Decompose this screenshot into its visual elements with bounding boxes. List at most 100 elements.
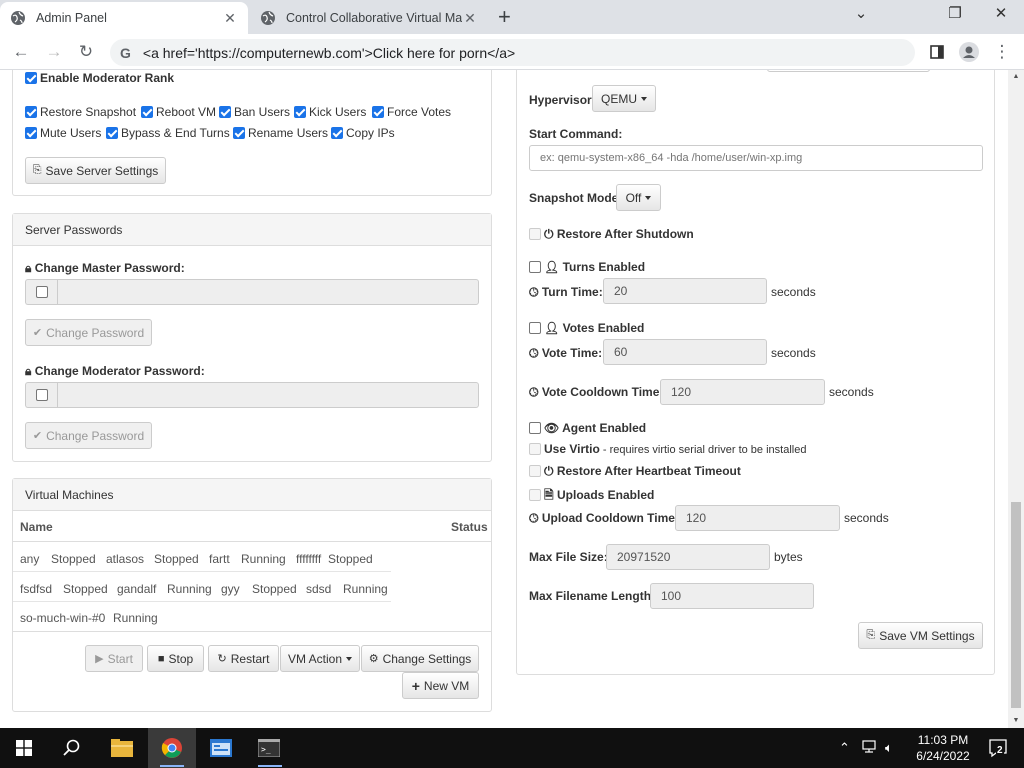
search-icon[interactable] xyxy=(48,728,96,768)
forward-icon[interactable]: → xyxy=(42,40,66,64)
change-master-password-button[interactable]: ✔ Change Password xyxy=(25,319,152,346)
chevron-up-icon[interactable]: ⌃ xyxy=(839,740,850,756)
save-vm-settings-button[interactable]: ⎘ Save VM Settings xyxy=(858,622,983,649)
address-bar[interactable]: G <a href='https://computernewb.com'>Cli… xyxy=(110,39,915,66)
start-command-input[interactable] xyxy=(529,145,983,171)
vm-name[interactable]: fsdfsd xyxy=(20,582,52,596)
profile-icon[interactable] xyxy=(957,40,981,64)
checkbox[interactable] xyxy=(331,127,343,139)
use-virtio[interactable]: Use Virtio - requires virtio serial driv… xyxy=(529,442,806,456)
new-vm-button[interactable]: + New VM xyxy=(402,672,479,699)
perm-restore-snapshot[interactable]: Restore Snapshot xyxy=(25,105,136,119)
side-panel-icon[interactable] xyxy=(925,40,949,64)
close-tab-icon[interactable]: ✕ xyxy=(462,10,478,27)
scroll-down-icon[interactable]: ▼ xyxy=(1011,716,1021,726)
close-window-icon[interactable]: ✕ xyxy=(978,4,1024,22)
scroll-up-icon[interactable]: ▲ xyxy=(1011,72,1021,82)
moderator-password-input[interactable] xyxy=(57,382,479,408)
vm-name[interactable]: atlasos xyxy=(106,552,144,566)
restore-after-shutdown[interactable]: ⏻ Restore After Shutdown xyxy=(529,227,694,242)
tab-admin-panel[interactable]: Admin Panel ✕ xyxy=(0,2,248,34)
reload-icon[interactable]: ↻ xyxy=(74,40,98,64)
top-input-partial[interactable] xyxy=(767,70,930,72)
app-window-icon[interactable] xyxy=(197,728,245,768)
vm-name[interactable]: sdsd xyxy=(306,582,331,596)
checkbox[interactable] xyxy=(25,72,37,84)
back-icon[interactable]: ← xyxy=(9,40,33,64)
system-clock[interactable]: 11:03 PM 6/24/2022 xyxy=(903,732,983,764)
vm-name[interactable]: fartt xyxy=(209,552,230,566)
checkbox[interactable] xyxy=(529,261,541,273)
perm-reboot-vm[interactable]: Reboot VM xyxy=(141,105,216,119)
perm-copy-ips[interactable]: Copy IPs xyxy=(331,126,395,140)
votes-enabled[interactable]: 👤︎ Votes Enabled xyxy=(529,321,644,335)
moderator-password-toggle[interactable] xyxy=(25,382,57,408)
max-file-size-input[interactable]: 20971520 xyxy=(606,544,770,570)
agent-enabled[interactable]: 👁︎ Agent Enabled xyxy=(529,421,646,435)
vm-status: Stopped xyxy=(252,582,297,596)
scrollbar-thumb[interactable] xyxy=(1011,502,1021,708)
checkbox[interactable] xyxy=(35,286,48,298)
turn-time-input[interactable]: 20 xyxy=(603,278,767,304)
checkbox[interactable] xyxy=(529,422,541,434)
checkbox[interactable] xyxy=(219,106,231,118)
checkbox[interactable] xyxy=(529,228,541,240)
windows-start-icon[interactable] xyxy=(0,728,48,768)
checkbox[interactable] xyxy=(372,106,384,118)
vote-cooldown-input[interactable]: 120 xyxy=(660,379,825,405)
checkbox[interactable] xyxy=(529,465,541,477)
checkbox[interactable] xyxy=(25,106,37,118)
chrome-icon[interactable] xyxy=(148,728,196,768)
minimize-icon[interactable]: ⌄ xyxy=(838,4,884,22)
checkbox[interactable] xyxy=(25,127,37,139)
checkbox[interactable] xyxy=(529,443,541,455)
vote-time-input[interactable]: 60 xyxy=(603,339,767,365)
terminal-icon[interactable]: >_ xyxy=(245,728,293,768)
save-server-settings-button[interactable]: ⎘ Save Server Settings xyxy=(25,157,166,184)
checkbox[interactable] xyxy=(529,489,541,501)
menu-icon[interactable]: ⋮ xyxy=(990,40,1014,64)
restart-vm-button[interactable]: ↻ Restart xyxy=(208,645,279,672)
start-vm-button[interactable]: ▶ Start xyxy=(85,645,143,672)
vm-name[interactable]: ffffffff xyxy=(296,552,321,566)
uploads-enabled[interactable]: 🗎︎ Uploads Enabled xyxy=(529,486,654,507)
perm-ban-users[interactable]: Ban Users xyxy=(219,105,290,119)
hypervisor-dropdown[interactable]: QEMU xyxy=(592,85,656,112)
vm-name[interactable]: so-much-win-#0 xyxy=(20,611,105,625)
change-moderator-password-button[interactable]: ✔ Change Password xyxy=(25,422,152,449)
perm-bypass-end-turns[interactable]: Bypass & End Turns xyxy=(106,126,230,140)
file-explorer-icon[interactable] xyxy=(98,728,146,768)
vm-name[interactable]: any xyxy=(20,552,39,566)
new-tab-icon[interactable]: + xyxy=(498,6,511,28)
master-password-input[interactable] xyxy=(57,279,479,305)
change-settings-button[interactable]: ⚙ Change Settings xyxy=(361,645,479,672)
vm-name[interactable]: gyy xyxy=(221,582,240,596)
tab-control-collaborative[interactable]: Control Collaborative Virtual Mac ✕ xyxy=(250,2,488,34)
stop-vm-button[interactable]: ■ Stop xyxy=(147,645,204,672)
notifications-icon[interactable]: 2 xyxy=(988,738,1008,761)
close-tab-icon[interactable]: ✕ xyxy=(222,10,238,27)
perm-kick-users[interactable]: Kick Users xyxy=(294,105,366,119)
restore-icon[interactable]: ❐ xyxy=(932,4,978,22)
checkbox[interactable] xyxy=(294,106,306,118)
checkbox[interactable] xyxy=(141,106,153,118)
vm-action-dropdown[interactable]: VM Action xyxy=(280,645,360,672)
checkbox[interactable] xyxy=(106,127,118,139)
network-icon[interactable] xyxy=(862,740,878,757)
volume-icon[interactable]: 🔈︎ xyxy=(885,740,893,756)
master-password-toggle[interactable] xyxy=(25,279,57,305)
restore-after-heartbeat[interactable]: ⏻ Restore After Heartbeat Timeout xyxy=(529,464,741,479)
perm-force-votes[interactable]: Force Votes xyxy=(372,105,451,119)
checkbox[interactable] xyxy=(35,389,48,401)
page-scrollbar[interactable]: ▲ ▼ xyxy=(1008,70,1024,728)
checkbox[interactable] xyxy=(529,322,541,334)
perm-rename-users[interactable]: Rename Users xyxy=(233,126,328,140)
snapshot-mode-dropdown[interactable]: Off xyxy=(616,184,661,211)
checkbox[interactable] xyxy=(233,127,245,139)
vm-name[interactable]: gandalf xyxy=(117,582,156,596)
turns-enabled[interactable]: 👤︎ Turns Enabled xyxy=(529,260,645,274)
max-filename-input[interactable]: 100 xyxy=(650,583,814,609)
upload-cooldown-input[interactable]: 120 xyxy=(675,505,840,531)
perm-mute-users[interactable]: Mute Users xyxy=(25,126,101,140)
moderator-rank-checkbox[interactable]: Enable Moderator Rank xyxy=(25,71,174,85)
